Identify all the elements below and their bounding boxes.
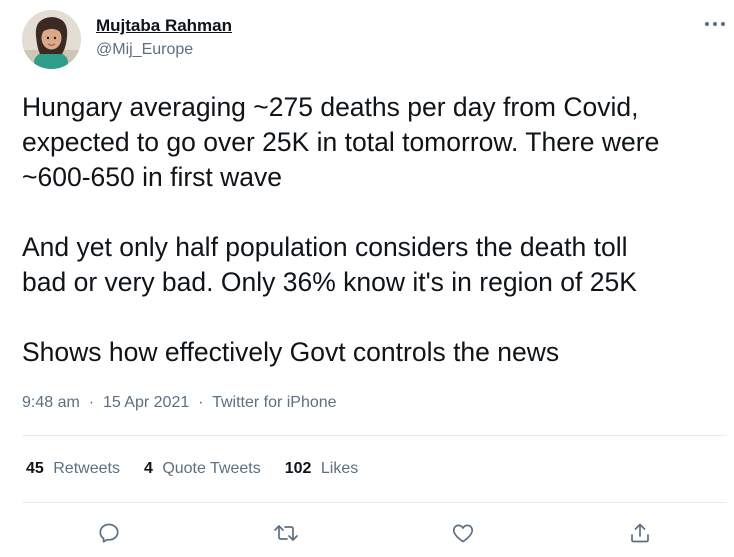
meta-separator: · bbox=[84, 394, 99, 411]
tweet-line: ~600-650 in first wave bbox=[22, 162, 282, 192]
tweet-metadata: 9:48 am · 15 Apr 2021 · Twitter for iPho… bbox=[22, 392, 337, 414]
retweet-icon bbox=[274, 525, 298, 541]
quote-tweets-label: Quote Tweets bbox=[162, 460, 261, 477]
divider bbox=[22, 502, 727, 503]
retweet-button[interactable] bbox=[269, 516, 303, 550]
likes-count: 102 bbox=[284, 460, 312, 477]
meta-separator: · bbox=[193, 394, 208, 411]
reply-button[interactable] bbox=[92, 516, 126, 550]
tweet-card: Mujtaba Rahman @Mij_Europe Hungary avera… bbox=[0, 0, 734, 557]
author-handle[interactable]: @Mij_Europe bbox=[96, 39, 232, 61]
action-bar bbox=[0, 512, 734, 552]
tweet-source[interactable]: Twitter for iPhone bbox=[212, 394, 337, 411]
avatar-image bbox=[22, 10, 81, 69]
quote-tweets-stat[interactable]: 4 Quote Tweets bbox=[144, 458, 261, 480]
avatar[interactable] bbox=[22, 10, 81, 69]
tweet-text: Hungary averaging ~275 deaths per day fr… bbox=[22, 90, 722, 370]
like-icon bbox=[452, 524, 474, 543]
tweet-stats: 45 Retweets 4 Quote Tweets 102 Likes bbox=[26, 458, 382, 480]
tweet-date[interactable]: 15 Apr 2021 bbox=[103, 394, 189, 411]
tweet-line: expected to go over 25K in total tomorro… bbox=[22, 127, 660, 157]
retweets-label: Retweets bbox=[53, 460, 120, 477]
share-button[interactable] bbox=[623, 516, 657, 550]
tweet-line: bad or very bad. Only 36% know it's in r… bbox=[22, 267, 637, 297]
author-name[interactable]: Mujtaba Rahman bbox=[96, 15, 232, 37]
tweet-time[interactable]: 9:48 am bbox=[22, 394, 80, 411]
share-icon bbox=[631, 523, 649, 543]
retweets-stat[interactable]: 45 Retweets bbox=[26, 458, 120, 480]
more-button[interactable] bbox=[700, 12, 730, 36]
reply-icon bbox=[99, 523, 119, 543]
retweets-count: 45 bbox=[26, 460, 44, 477]
tweet-line: And yet only half population considers t… bbox=[22, 232, 628, 262]
like-button[interactable] bbox=[446, 516, 480, 550]
likes-label: Likes bbox=[320, 460, 359, 477]
tweet-line: Hungary averaging ~275 deaths per day fr… bbox=[22, 92, 639, 122]
likes-stat[interactable]: 102 Likes bbox=[285, 458, 359, 480]
author-info: Mujtaba Rahman @Mij_Europe bbox=[96, 15, 232, 61]
divider bbox=[22, 435, 727, 436]
quote-tweets-count: 4 bbox=[143, 460, 153, 477]
more-horizontal-icon bbox=[705, 22, 725, 26]
tweet-line: Shows how effectively Govt controls the … bbox=[22, 337, 560, 367]
